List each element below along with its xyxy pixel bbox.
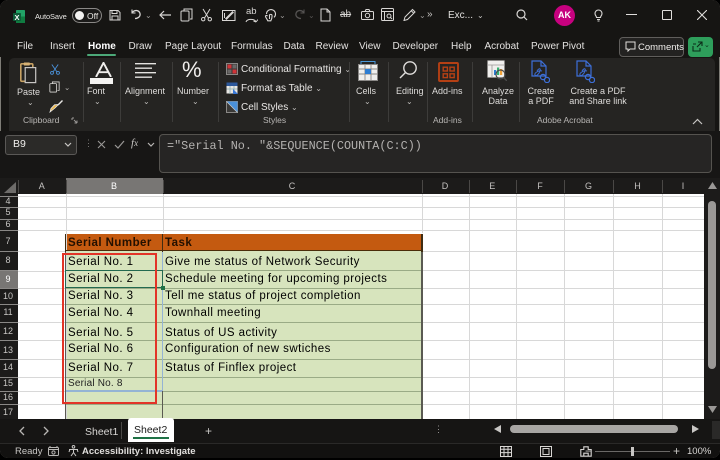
svg-text:X: X <box>14 13 19 22</box>
